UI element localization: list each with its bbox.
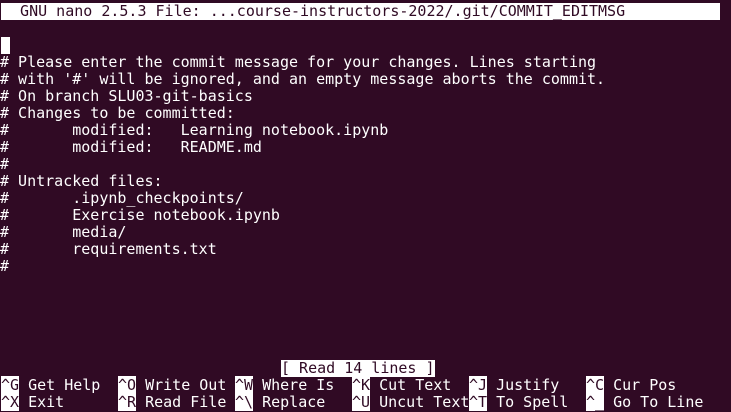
shortcut-replace[interactable]: ^\ Replace	[235, 393, 326, 411]
editor-line-4[interactable]: # On branch SLU03-git-basics	[0, 88, 253, 105]
shortcut-label: Get Help	[19, 376, 101, 394]
shortcut-key: ^J	[469, 376, 488, 394]
shortcut-go-to-line[interactable]: ^_ Go To Line	[586, 393, 704, 411]
editor-line-6[interactable]: # modified: Learning notebook.ipynb	[0, 122, 388, 139]
shortcut-key: ^G	[1, 376, 20, 394]
shortcut-key: ^K	[352, 376, 371, 394]
editor-line-14[interactable]: #	[0, 258, 9, 275]
terminal-window: GNU nano 2.5.3 File: ...course-instructo…	[0, 0, 731, 412]
shortcut-key: ^R	[118, 393, 137, 411]
shortcut-key: ^T	[469, 393, 488, 411]
shortcut-label: To Spell	[487, 393, 569, 411]
shortcut-uncut-text[interactable]: ^U Uncut Text	[352, 393, 470, 411]
shortcut-read-file[interactable]: ^R Read File	[118, 393, 227, 411]
editor-line-11[interactable]: # Exercise notebook.ipynb	[0, 207, 280, 224]
shortcut-cur-pos[interactable]: ^C Cur Pos	[586, 376, 677, 394]
shortcut-get-help[interactable]: ^G Get Help	[1, 376, 101, 394]
editor-line-13[interactable]: # requirements.txt	[0, 241, 217, 258]
shortcut-label: Read File	[136, 393, 227, 411]
editor-line-10[interactable]: # .ipynb_checkpoints/	[0, 190, 244, 207]
editor-line-7[interactable]: # modified: README.md	[0, 139, 262, 156]
shortcut-label: Where Is	[253, 376, 335, 394]
editor-line-12[interactable]: # media/	[0, 224, 126, 241]
shortcut-exit[interactable]: ^X Exit	[1, 393, 65, 411]
shortcut-key: ^X	[1, 393, 20, 411]
shortcut-key: ^W	[235, 376, 254, 394]
editor-line-5[interactable]: # Changes to be committed:	[0, 105, 235, 122]
nano-title-bar: GNU nano 2.5.3 File: ...course-instructo…	[1, 3, 720, 20]
shortcut-key: ^_	[586, 393, 605, 411]
shortcut-label: Go To Line	[604, 393, 704, 411]
editor-line-3[interactable]: # with '#' will be ignored, and an empty…	[0, 71, 605, 88]
shortcut-key: ^C	[586, 376, 605, 394]
shortcut-cut-text[interactable]: ^K Cut Text	[352, 376, 452, 394]
shortcut-to-spell[interactable]: ^T To Spell	[469, 393, 569, 411]
shortcut-key: ^\	[235, 393, 254, 411]
editor-line-8[interactable]: #	[0, 156, 9, 173]
shortcut-key: ^O	[118, 376, 137, 394]
shortcut-write-out[interactable]: ^O Write Out	[118, 376, 227, 394]
shortcut-label: Uncut Text	[370, 393, 470, 411]
text-cursor	[1, 37, 10, 54]
shortcut-key: ^U	[352, 393, 371, 411]
shortcut-label: Cut Text	[370, 376, 452, 394]
shortcut-label: Cur Pos	[604, 376, 677, 394]
shortcut-label: Justify	[487, 376, 560, 394]
status-message: [ Read 14 lines ]	[281, 359, 435, 377]
shortcut-label: Exit	[19, 393, 65, 411]
shortcut-justify[interactable]: ^J Justify	[469, 376, 560, 394]
shortcut-label: Replace	[253, 393, 326, 411]
editor-line-9[interactable]: # Untracked files:	[0, 173, 163, 190]
shortcut-where-is[interactable]: ^W Where Is	[235, 376, 335, 394]
shortcut-label: Write Out	[136, 376, 227, 394]
editor-line-2[interactable]: # Please enter the commit message for yo…	[0, 54, 596, 71]
